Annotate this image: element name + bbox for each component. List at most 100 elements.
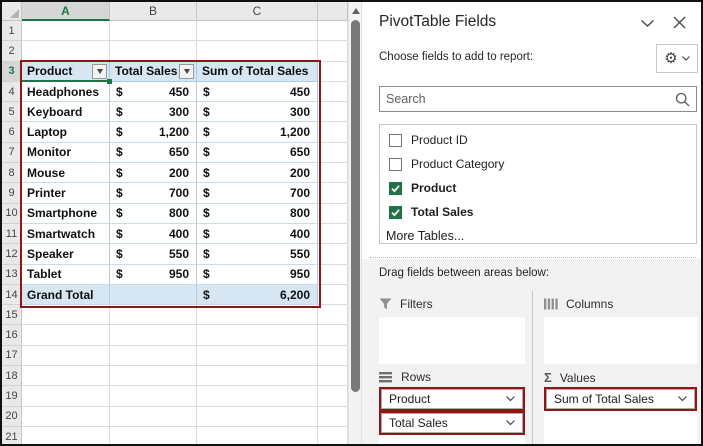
checkbox-checked[interactable] [389,205,402,219]
pivot-cell-product[interactable]: Keyboard [22,102,110,123]
vertical-scrollbar[interactable] [348,2,361,444]
cell[interactable] [318,142,348,164]
cell[interactable] [318,325,348,346]
checkbox-unchecked[interactable] [389,133,402,147]
cell[interactable] [318,122,348,143]
more-tables-link[interactable]: More Tables... [380,224,696,247]
cell[interactable] [110,426,197,444]
column-header-b[interactable]: B [110,2,197,21]
cell[interactable] [110,406,197,427]
cell[interactable] [22,386,110,407]
cell[interactable] [22,41,110,62]
cell[interactable] [318,406,348,427]
cell[interactable] [318,426,348,444]
cell[interactable] [197,345,318,367]
pivot-cell-value[interactable]: $650 [110,142,197,164]
cell[interactable] [197,406,318,427]
active-cell-fill-handle[interactable] [107,79,112,84]
row-header[interactable]: 6 [2,122,22,143]
pivot-cell-value[interactable]: $400 [110,223,197,245]
cell[interactable] [22,426,110,444]
cell[interactable] [22,325,110,346]
cell[interactable] [318,21,348,42]
pivot-cell-product[interactable]: Tablet [22,264,110,285]
cell[interactable] [318,163,348,184]
filter-dropdown-button[interactable] [179,63,194,79]
chevron-down-icon[interactable] [678,396,687,402]
column-header-c[interactable]: C [197,2,318,21]
cell[interactable] [318,244,348,265]
cell[interactable] [110,21,197,42]
cell[interactable] [318,366,348,387]
row-header[interactable]: 15 [2,305,22,326]
pivot-cell-product[interactable]: Printer [22,183,110,204]
row-header[interactable]: 11 [2,223,22,245]
row-header[interactable]: 13 [2,264,22,285]
pivot-grand-total-value[interactable]: $6,200 [197,284,318,306]
pivot-cell-value[interactable]: $200 [197,163,318,184]
scrollbar-thumb[interactable] [351,20,360,392]
row-header[interactable]: 1 [2,21,22,42]
cell[interactable] [22,345,110,367]
cell[interactable] [318,305,348,326]
cell[interactable] [110,41,197,62]
pivot-cell-empty[interactable] [110,284,197,306]
filter-dropdown-button[interactable] [92,63,107,79]
checkbox-checked[interactable] [389,181,402,195]
pivot-cell-product[interactable]: Smartphone [22,203,110,224]
field-item-total-sales[interactable]: Total Sales [380,200,696,224]
row-header[interactable]: 18 [2,366,22,387]
cell[interactable] [110,386,197,407]
row-header[interactable]: 17 [2,345,22,367]
row-header[interactable]: 8 [2,163,22,184]
row-header[interactable]: 2 [2,41,22,62]
pivot-cell-value[interactable]: $550 [110,244,197,265]
pivot-cell-product[interactable]: Speaker [22,244,110,265]
cell[interactable] [197,366,318,387]
cell[interactable] [197,386,318,407]
pivot-cell-product[interactable]: Monitor [22,142,110,164]
row-header[interactable]: 7 [2,142,22,164]
pivot-cell-value[interactable]: $550 [197,244,318,265]
field-item-product-id[interactable]: Product ID [380,128,696,152]
pivot-header-sum[interactable]: Sum of Total Sales [197,61,318,82]
pivot-cell-value[interactable]: $200 [110,163,197,184]
pivot-cell-value[interactable]: $1,200 [110,122,197,143]
cell[interactable] [197,21,318,42]
pivot-cell-value[interactable]: $950 [197,264,318,285]
cell[interactable] [318,386,348,407]
rows-field-pill-product[interactable]: Product [381,389,523,409]
pivot-cell-value[interactable]: $700 [110,183,197,204]
pivot-header-product[interactable]: Product [22,61,110,82]
scroll-up-arrow-icon[interactable] [352,8,360,14]
row-header[interactable]: 4 [2,81,22,103]
pivot-cell-value[interactable]: $450 [197,81,318,103]
field-item-product-category[interactable]: Product Category [380,152,696,176]
pivot-cell-value[interactable]: $650 [197,142,318,164]
search-icon[interactable] [675,92,690,107]
pivot-cell-value[interactable]: $1,200 [197,122,318,143]
cell[interactable] [197,305,318,326]
pivot-cell-product[interactable]: Smartwatch [22,223,110,245]
pivot-cell-value[interactable]: $450 [110,81,197,103]
filters-drop-well[interactable] [379,317,525,364]
row-header[interactable]: 16 [2,325,22,346]
cell[interactable] [197,426,318,444]
field-item-product[interactable]: Product [380,176,696,200]
rows-field-pill-total-sales[interactable]: Total Sales [381,413,523,433]
cell[interactable] [110,366,197,387]
values-field-pill-sum[interactable]: Sum of Total Sales [546,389,695,409]
row-header[interactable]: 9 [2,183,22,204]
row-header[interactable]: 3 [2,61,22,82]
row-header[interactable]: 14 [2,284,22,306]
rows-drop-well[interactable]: Product Total Sales [379,387,525,444]
chevron-down-icon[interactable] [506,420,515,426]
cell[interactable] [197,41,318,62]
tools-gear-button[interactable]: ⚙ [656,44,698,73]
row-header[interactable]: 12 [2,244,22,265]
column-header-d[interactable] [318,2,348,21]
chevron-down-icon[interactable] [506,396,515,402]
pivot-cell-value[interactable]: $950 [110,264,197,285]
cell[interactable] [318,61,348,82]
row-header[interactable]: 10 [2,203,22,224]
